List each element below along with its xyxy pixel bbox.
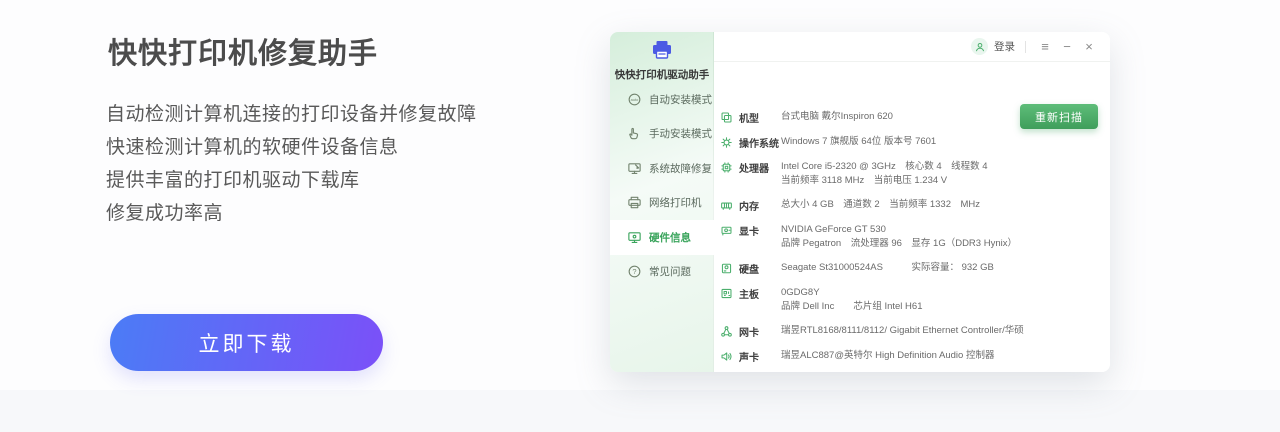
titlebar: 登录 ≡ − × — [714, 32, 1110, 62]
rescan-button[interactable]: 重新扫描 — [1020, 104, 1098, 129]
motherboard-icon — [720, 287, 733, 300]
screen-repair-icon — [627, 161, 642, 176]
sidebar-item-label: 常见问题 — [649, 266, 691, 279]
user-avatar-icon — [971, 38, 988, 55]
pc-icon — [720, 111, 733, 124]
sidebar-item-label: 网络打印机 — [649, 197, 702, 210]
hardware-info-panel: 重新扫描 机型 台式电脑 戴尔Inspiron 620 操作系统 Windows… — [714, 62, 1110, 372]
page-title: 快快打印机修复助手 — [108, 38, 379, 70]
memory-icon — [720, 199, 733, 212]
cpu-icon — [720, 161, 733, 174]
gpu-icon — [720, 224, 733, 237]
sidebar: 快快打印机驱动助手 auto 自动安装模式 手动安装模式 系统故障修复 网络打印… — [610, 32, 714, 372]
sidebar-item-auto-install[interactable]: auto 自动安装模式 — [610, 82, 714, 117]
feature-line: 自动检测计算机连接的打印设备并修复故障 — [106, 104, 477, 125]
feature-line: 快速检测计算机的软硬件设备信息 — [106, 137, 399, 158]
network-icon — [720, 325, 733, 338]
hw-row-model: 机型 台式电脑 戴尔Inspiron 620 — [720, 110, 1010, 125]
svg-text:auto: auto — [631, 97, 639, 102]
speaker-icon — [720, 350, 733, 363]
sidebar-item-label: 硬件信息 — [649, 231, 691, 244]
close-icon[interactable]: × — [1080, 32, 1098, 62]
sidebar-item-network-printer[interactable]: 网络打印机 — [610, 186, 714, 221]
minimize-icon[interactable]: − — [1058, 32, 1076, 62]
sidebar-item-hardware-info[interactable]: 硬件信息 — [610, 220, 714, 255]
hw-row-network: 网卡 瑞昱RTL8168/8111/8112/ Gigabit Ethernet… — [720, 324, 1024, 339]
sidebar-item-label: 系统故障修复 — [649, 162, 712, 175]
sidebar-item-manual-install[interactable]: 手动安装模式 — [610, 117, 714, 152]
hw-row-sound: 声卡 瑞昱ALC887@英特尔 High Definition Audio 控制… — [720, 349, 1010, 364]
sidebar-item-label: 手动安装模式 — [649, 128, 712, 141]
hw-row-memory: 内存 总大小 4 GB 通道数 2 当前频率 1332 MHz — [720, 198, 1010, 213]
hw-row-gpu: 显卡 NVIDIA GeForce GT 530 品牌 Pegatron 流处理器… — [720, 223, 1017, 251]
sidebar-item-system-repair[interactable]: 系统故障修复 — [610, 151, 714, 186]
app-name: 快快打印机驱动助手 — [614, 69, 710, 81]
titlebar-divider — [1025, 40, 1026, 53]
hand-pointer-icon — [627, 126, 642, 141]
feature-list: 自动检测计算机连接的打印设备并修复故障 快速检测计算机的软硬件设备信息 提供丰富… — [106, 98, 477, 230]
hw-row-motherboard: 主板 0GDG8Y 品牌 Dell Inc 芯片组 Intel H61 — [720, 286, 1010, 314]
page-section-divider — [0, 390, 1280, 432]
disk-icon — [720, 262, 733, 275]
svg-text:?: ? — [632, 267, 636, 276]
hw-row-disk: 硬盘 Seagate St31000524AS 实际容量： 932 GB — [720, 261, 1010, 276]
auto-mode-icon: auto — [627, 92, 642, 107]
menu-icon[interactable]: ≡ — [1036, 32, 1054, 62]
login-button[interactable]: 登录 — [971, 38, 1015, 55]
feature-line: 提供丰富的打印机驱动下载库 — [106, 170, 360, 191]
monitor-signal-icon — [627, 230, 642, 245]
sidebar-menu: auto 自动安装模式 手动安装模式 系统故障修复 网络打印机 硬件信息 ? 常… — [610, 82, 714, 289]
hardware-rows: 机型 台式电脑 戴尔Inspiron 620 操作系统 Windows 7 旗舰… — [720, 110, 1024, 372]
feature-line: 修复成功率高 — [106, 203, 224, 224]
hw-row-os: 操作系统 Windows 7 旗舰版 64位 版本号 7601 — [720, 135, 1010, 150]
gear-icon — [720, 136, 733, 149]
printer-icon — [627, 195, 642, 210]
download-button[interactable]: 立即下载 — [110, 314, 383, 371]
printer-logo-icon — [651, 40, 673, 60]
sidebar-item-faq[interactable]: ? 常见问题 — [610, 255, 714, 290]
login-label: 登录 — [994, 41, 1015, 53]
question-icon: ? — [627, 264, 642, 279]
app-window: 快快打印机驱动助手 auto 自动安装模式 手动安装模式 系统故障修复 网络打印… — [610, 32, 1110, 372]
sidebar-item-label: 自动安装模式 — [649, 93, 712, 106]
sidebar-header: 快快打印机驱动助手 — [610, 40, 714, 82]
hw-row-cpu: 处理器 Intel Core i5-2320 @ 3GHz 核心数 4 线程数 … — [720, 160, 1010, 188]
